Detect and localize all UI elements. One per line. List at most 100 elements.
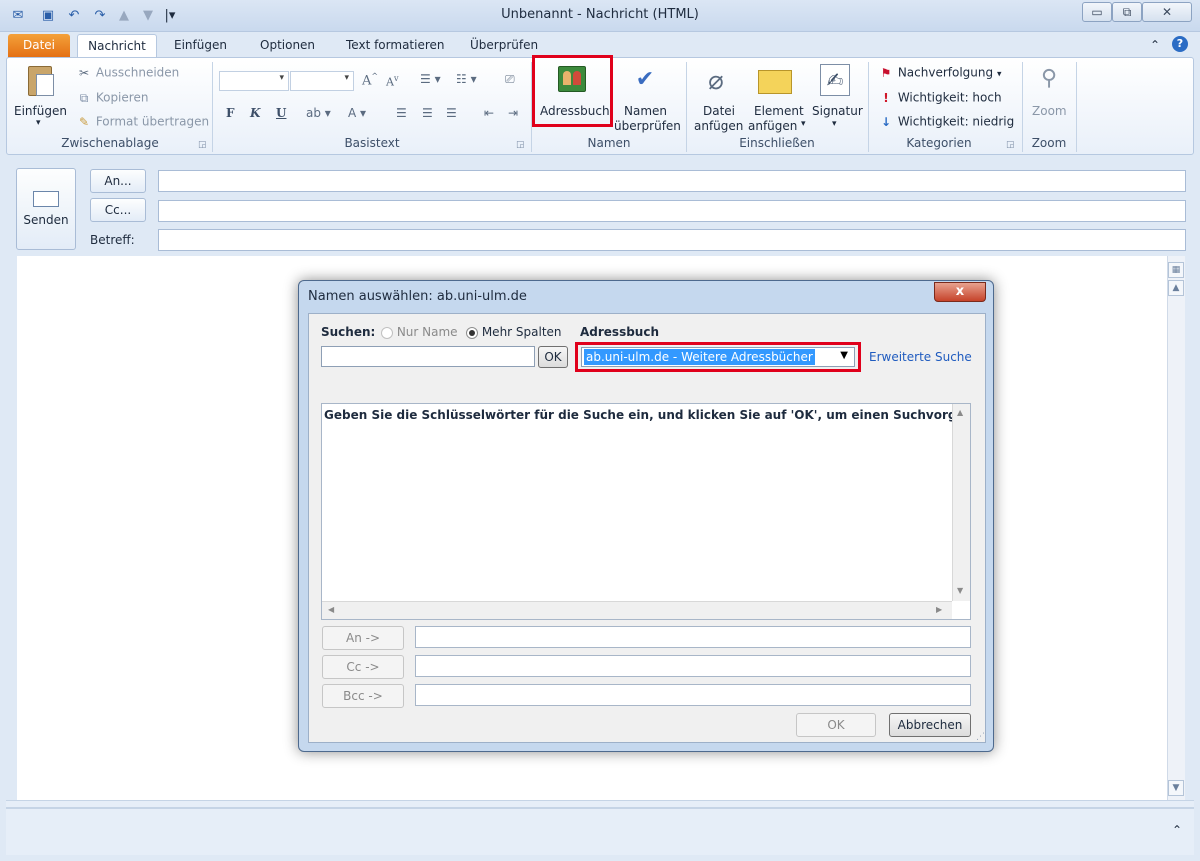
results-scroll-right-icon[interactable]: ▶ — [936, 605, 942, 614]
results-list[interactable]: Geben Sie die Schlüsselwörter für die Su… — [321, 403, 971, 620]
results-scroll-up-icon[interactable]: ▲ — [957, 408, 963, 417]
scroll-up-icon[interactable]: ▲ — [1168, 280, 1184, 296]
expand-pane-icon[interactable]: ⌃ — [1172, 823, 1182, 837]
cut-row[interactable]: ✂ Ausschneiden — [76, 65, 179, 81]
group-label-zoom: Zoom — [1031, 136, 1067, 150]
results-scroll-down-icon[interactable]: ▼ — [957, 586, 963, 595]
align-left-icon[interactable]: ☰ — [396, 106, 407, 120]
maximize-button[interactable]: ⧉ — [1112, 2, 1142, 22]
copy-label: Kopieren — [95, 90, 149, 105]
increase-indent-icon[interactable]: ⇥ — [508, 106, 518, 120]
attach-item-dropdown-icon[interactable]: ▾ — [801, 119, 806, 129]
to-field[interactable] — [158, 170, 1186, 192]
clear-format-icon[interactable]: ⎚ — [505, 72, 515, 87]
shrink-font-icon[interactable]: Av — [386, 74, 398, 89]
clipboard-launcher-icon[interactable]: ◲ — [198, 140, 207, 150]
radio-name-only[interactable]: Nur Name — [381, 325, 458, 339]
dialog-ok-button[interactable]: OK — [796, 713, 876, 737]
dialog-bcc-button[interactable]: Bcc -> — [322, 684, 404, 708]
close-button[interactable]: ✕ — [1142, 2, 1192, 22]
signature-button[interactable]: Signatur — [812, 104, 863, 118]
check-names-button-line1[interactable]: Namen — [624, 104, 667, 118]
align-right-icon[interactable]: ☰ — [446, 106, 457, 120]
zoom-button[interactable]: Zoom — [1032, 104, 1067, 118]
results-horizontal-scrollbar[interactable]: ◀ ▶ — [322, 601, 952, 619]
dialog-cc-field[interactable] — [415, 655, 971, 677]
paperclip-icon[interactable]: ⌀ — [706, 64, 726, 98]
follow-up-button[interactable]: ⚑ Nachverfolgung ▾ — [878, 65, 1002, 81]
grow-font-icon[interactable]: A^ — [362, 72, 378, 88]
search-ok-button[interactable]: OK — [538, 346, 568, 368]
basic-text-launcher-icon[interactable]: ◲ — [516, 140, 525, 150]
tab-text-formatieren[interactable]: Text formatieren — [338, 34, 453, 58]
minimize-ribbon-icon[interactable]: ⌃ — [1150, 38, 1160, 52]
tab-optionen[interactable]: Optionen — [252, 34, 323, 58]
minimize-button[interactable]: ▭ — [1082, 2, 1112, 22]
radio-more-columns[interactable]: Mehr Spalten — [466, 325, 562, 339]
bullets-icon[interactable]: ☰ ▾ — [420, 72, 441, 86]
high-importance-label: Wichtigkeit: hoch — [897, 90, 1002, 105]
to-button[interactable]: An... — [90, 169, 146, 193]
cc-button[interactable]: Cc... — [90, 198, 146, 222]
send-button[interactable]: Senden — [16, 168, 76, 250]
address-book-icon[interactable] — [556, 64, 590, 96]
dialog-bcc-field[interactable] — [415, 684, 971, 706]
align-center-icon[interactable]: ☰ — [422, 106, 433, 120]
attach-item-line1[interactable]: Element — [754, 104, 804, 118]
tab-datei[interactable]: Datei — [8, 34, 70, 58]
advanced-search-link[interactable]: Erweiterte Suche — [869, 350, 972, 364]
paste-button[interactable]: Einfügen — [14, 104, 67, 118]
underline-button[interactable]: U — [276, 106, 286, 120]
attach-file-line2[interactable]: anfügen — [694, 119, 743, 133]
bold-button[interactable]: F — [226, 106, 235, 120]
font-color-icon[interactable]: A ▾ — [348, 106, 366, 120]
dialog-cc-button[interactable]: Cc -> — [322, 655, 404, 679]
view-ruler-icon[interactable]: ▦ — [1168, 262, 1184, 278]
copy-row[interactable]: ⧉ Kopieren — [76, 90, 149, 106]
tab-nachricht[interactable]: Nachricht — [77, 34, 157, 58]
help-icon[interactable]: ? — [1172, 36, 1188, 52]
numbering-icon[interactable]: ☷ ▾ — [456, 72, 477, 86]
results-vertical-scrollbar[interactable]: ▲ ▼ — [952, 404, 970, 601]
send-label: Senden — [23, 213, 69, 227]
format-painter-label: Format übertragen — [95, 114, 210, 129]
italic-button[interactable]: K — [250, 106, 260, 120]
highlight-color-icon[interactable]: ab ▾ — [306, 106, 331, 120]
address-book-dropdown[interactable]: ab.uni-ulm.de - Weitere Adressbücher ▼ — [581, 347, 855, 367]
group-label-tags: Kategorien — [906, 136, 972, 150]
check-names-icon[interactable]: ✔ — [628, 64, 662, 96]
decrease-indent-icon[interactable]: ⇤ — [484, 106, 494, 120]
signature-dropdown-icon[interactable]: ▾ — [832, 119, 837, 129]
envelope-icon[interactable] — [758, 70, 792, 94]
low-importance-button[interactable]: ↓ Wichtigkeit: niedrig — [878, 114, 1014, 130]
dropdown-arrow-icon: ▼ — [840, 350, 848, 361]
magnifier-icon[interactable]: ⚲ — [1036, 64, 1062, 94]
dialog-to-field[interactable] — [415, 626, 971, 648]
tab-einfuegen[interactable]: Einfügen — [166, 34, 235, 58]
font-size-dropdown[interactable]: ▾ — [290, 71, 354, 91]
attach-file-line1[interactable]: Datei — [703, 104, 735, 118]
search-input[interactable] — [321, 346, 535, 367]
body-vertical-scrollbar[interactable]: ▦ ▲ ▼ — [1167, 256, 1185, 800]
copy-icon: ⧉ — [79, 91, 89, 105]
attach-item-line2[interactable]: anfügen — [748, 119, 797, 133]
dialog-close-button[interactable]: x — [934, 282, 986, 302]
paste-dropdown-icon[interactable]: ▾ — [36, 118, 41, 128]
dialog-title: Namen auswählen: ab.uni-ulm.de — [308, 289, 527, 304]
results-scroll-left-icon[interactable]: ◀ — [328, 605, 334, 614]
dialog-to-button[interactable]: An -> — [322, 626, 404, 650]
dialog-cancel-button[interactable]: Abbrechen — [889, 713, 971, 737]
cc-field[interactable] — [158, 200, 1186, 222]
resize-grip-icon[interactable]: ⋰ — [976, 732, 985, 742]
signature-icon[interactable]: ✍ — [820, 64, 850, 96]
scroll-down-icon[interactable]: ▼ — [1168, 780, 1184, 796]
high-importance-button[interactable]: ! Wichtigkeit: hoch — [878, 90, 1002, 106]
address-book-button[interactable]: Adressbuch — [540, 104, 610, 118]
tags-launcher-icon[interactable]: ◲ — [1006, 140, 1015, 150]
paste-icon[interactable] — [26, 64, 58, 100]
subject-field[interactable] — [158, 229, 1186, 251]
flag-icon: ⚑ — [880, 66, 892, 80]
check-names-button-line2[interactable]: überprüfen — [614, 119, 681, 133]
font-name-dropdown[interactable]: ▾ — [219, 71, 289, 91]
format-painter-row[interactable]: ✎ Format übertragen — [76, 114, 209, 130]
